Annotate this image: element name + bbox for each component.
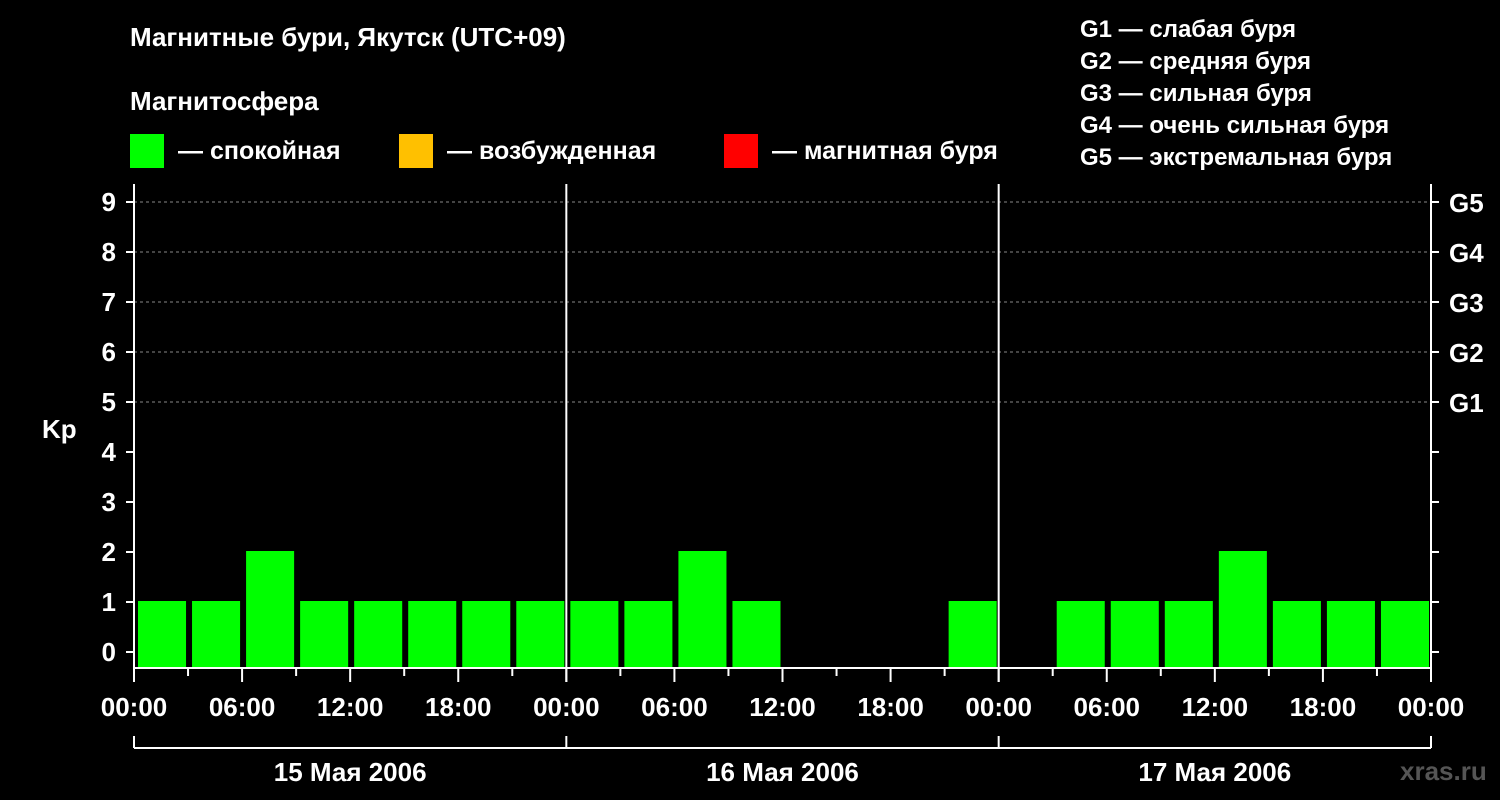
- x-tick-label-10: 12:00: [1182, 692, 1249, 722]
- x-tick-label-12: 00:00: [1398, 692, 1465, 722]
- x-tick-label-4: 00:00: [533, 692, 600, 722]
- g-label-g1: G1: [1449, 388, 1484, 418]
- g-label-g4: G4: [1449, 238, 1484, 268]
- kp-bar-0: [138, 601, 187, 668]
- y-tick-label-5: 5: [102, 387, 116, 417]
- kp-bar-21: [1272, 601, 1321, 668]
- kp-bar-1: [192, 601, 241, 668]
- y-tick-label-7: 7: [102, 287, 116, 317]
- kp-bar-8: [570, 601, 619, 668]
- x-tick-label-9: 06:00: [1074, 692, 1141, 722]
- kp-bar-9: [624, 601, 673, 668]
- y-axis-label: Kp: [42, 414, 77, 444]
- kp-bar-23: [1380, 601, 1429, 668]
- y-tick-label-6: 6: [102, 337, 116, 367]
- kp-bar-2: [246, 551, 295, 668]
- watermark: xras.ru: [1400, 756, 1487, 786]
- y-tick-label-8: 8: [102, 237, 116, 267]
- kp-bar-4: [354, 601, 403, 668]
- kp-bar-11: [732, 601, 781, 668]
- y-tick-label-4: 4: [102, 437, 117, 467]
- x-tick-label-11: 18:00: [1290, 692, 1357, 722]
- x-tick-label-7: 18:00: [857, 692, 924, 722]
- x-tick-label-8: 00:00: [965, 692, 1032, 722]
- x-tick-label-1: 06:00: [209, 692, 276, 722]
- kp-bar-22: [1326, 601, 1375, 668]
- x-tick-label-3: 18:00: [425, 692, 492, 722]
- kp-bar-19: [1164, 601, 1213, 668]
- kp-bar-5: [408, 601, 457, 668]
- x-tick-label-6: 12:00: [749, 692, 816, 722]
- day-label-2: 17 Мая 2006: [1138, 757, 1291, 787]
- kp-bar-20: [1218, 551, 1267, 668]
- y-tick-label-2: 2: [102, 537, 116, 567]
- x-tick-label-2: 12:00: [317, 692, 384, 722]
- kp-chart: 0 1 2 3 4 5 6 7 8 9 G1 G2 G3 G4 G5 Kp 00:00 06:00 12:00 18:…: [42, 184, 1484, 787]
- y-tick-label-9: 9: [102, 187, 116, 217]
- day-label-1: 16 Мая 2006: [706, 757, 859, 787]
- kp-bar-6: [462, 601, 511, 668]
- kp-bar-17: [1056, 601, 1105, 668]
- y-tick-label-0: 0: [102, 637, 116, 667]
- y-tick-label-3: 3: [102, 487, 116, 517]
- g-label-g5: G5: [1449, 188, 1484, 218]
- kp-bar-18: [1110, 601, 1159, 668]
- x-tick-label-5: 06:00: [641, 692, 708, 722]
- day-label-0: 15 Мая 2006: [274, 757, 427, 787]
- kp-bar-7: [516, 601, 565, 668]
- g-label-g3: G3: [1449, 288, 1484, 318]
- kp-bar-15: [948, 601, 997, 668]
- x-tick-label-0: 00:00: [101, 692, 168, 722]
- y-tick-label-1: 1: [102, 587, 116, 617]
- g-label-g2: G2: [1449, 338, 1484, 368]
- kp-bar-3: [300, 601, 349, 668]
- kp-bar-10: [678, 551, 727, 668]
